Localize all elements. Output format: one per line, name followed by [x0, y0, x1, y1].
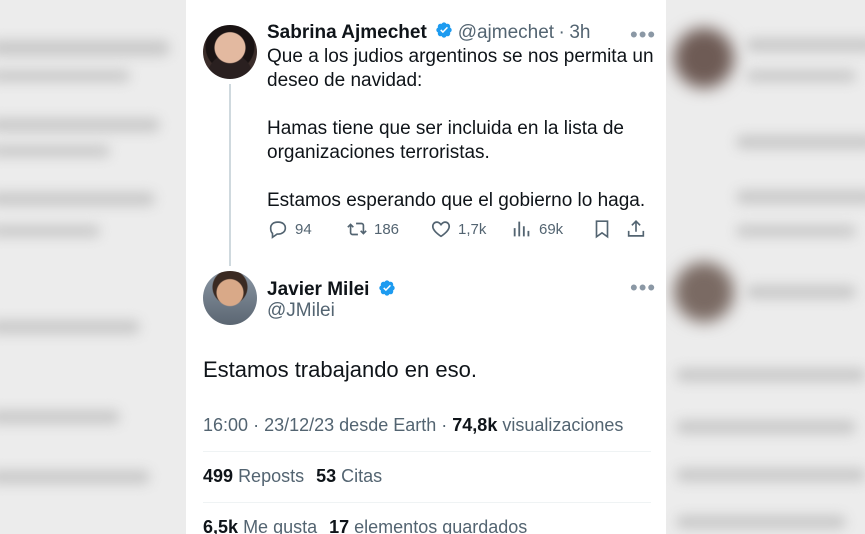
bookmarks-stat[interactable]: 17 elementos guardados [329, 517, 527, 534]
reply-timestamp[interactable]: 3h [569, 22, 590, 43]
meta-separator: · [441, 415, 448, 435]
likes-stat[interactable]: 6,5k Me gusta [203, 517, 317, 534]
reply-author-avatar[interactable] [203, 25, 257, 79]
views-label: visualizaciones [502, 415, 624, 435]
divider [203, 502, 651, 503]
views-button[interactable]: 69k [511, 218, 563, 240]
more-options-icon[interactable]: ••• [630, 277, 656, 299]
reply-author-header: Sabrina Ajmechet @ajmechet · 3h [267, 21, 590, 44]
blurred-left-panel [0, 0, 186, 534]
author-header: Javier Milei [267, 279, 396, 301]
reply-button[interactable]: 94 [267, 218, 312, 240]
quotes-total: 53 [316, 466, 337, 486]
quotes-label: Citas [341, 466, 383, 486]
tweet-source: desde Earth [339, 415, 437, 435]
blurred-right-panel [666, 0, 865, 534]
views-icon [513, 221, 530, 237]
bookmarks-label: elementos guardados [354, 517, 528, 534]
reposts-stat[interactable]: 499 Reposts [203, 466, 304, 486]
reply-paragraph: Estamos esperando que el gobierno lo hag… [267, 190, 646, 211]
reply-paragraph: Que a los judios argentinos se nos permi… [267, 46, 654, 91]
verified-badge-icon [379, 280, 395, 296]
reply-count: 94 [295, 220, 312, 238]
views-total: 74,8k [452, 415, 498, 435]
meta-separator: · [253, 415, 260, 435]
views-count: 69k [539, 220, 564, 238]
reposts-label: Reposts [238, 466, 305, 486]
tweet-meta: 16:00 · 23/12/23 desde Earth · 74,8k vis… [203, 415, 623, 436]
tweet-text: Estamos trabajando en eso. [203, 357, 477, 382]
thread-connector-line [229, 84, 231, 266]
reply-tweet-body: Que a los judios argentinos se nos permi… [267, 45, 657, 213]
repost-count: 186 [374, 220, 400, 238]
divider [203, 451, 651, 452]
more-options-icon[interactable]: ••• [630, 24, 656, 46]
like-icon [431, 221, 451, 238]
reply-author-handle[interactable]: @ajmechet [458, 22, 554, 43]
like-count: 1,7k [458, 220, 487, 238]
reply-icon [269, 221, 287, 239]
engagement-row-reposts: 499 Reposts 53 Citas [203, 466, 382, 487]
bookmarks-total: 17 [329, 517, 350, 534]
author-name[interactable]: Javier Milei [267, 279, 369, 300]
engagement-row-likes: 6,5k Me gusta 17 elementos guardados [203, 517, 527, 534]
tweet-date[interactable]: 23/12/23 [264, 415, 334, 435]
author-avatar[interactable] [203, 271, 257, 325]
reply-author-name[interactable]: Sabrina Ajmechet [267, 22, 427, 43]
repost-button[interactable]: 186 [346, 218, 399, 240]
bookmark-icon [595, 220, 609, 239]
likes-label: Me gusta [243, 517, 318, 534]
repost-icon [347, 222, 367, 236]
header-separator: · [558, 21, 565, 43]
likes-total: 6,5k [203, 517, 239, 534]
tweet-card: Sabrina Ajmechet @ajmechet · 3h ••• Que … [186, 0, 666, 534]
reply-action-bar: 94 186 1,7k 69k [267, 218, 657, 242]
tweet-time[interactable]: 16:00 [203, 415, 248, 435]
bookmark-button[interactable] [591, 218, 613, 240]
reposts-total: 499 [203, 466, 234, 486]
verified-badge-icon [436, 22, 452, 38]
like-button[interactable]: 1,7k [430, 218, 486, 240]
reply-paragraph: Hamas tiene que ser incluida en la lista… [267, 118, 624, 163]
share-icon [627, 220, 645, 237]
author-handle[interactable]: @JMilei [267, 300, 335, 322]
share-button[interactable] [625, 218, 647, 240]
quotes-stat[interactable]: 53 Citas [316, 466, 382, 486]
